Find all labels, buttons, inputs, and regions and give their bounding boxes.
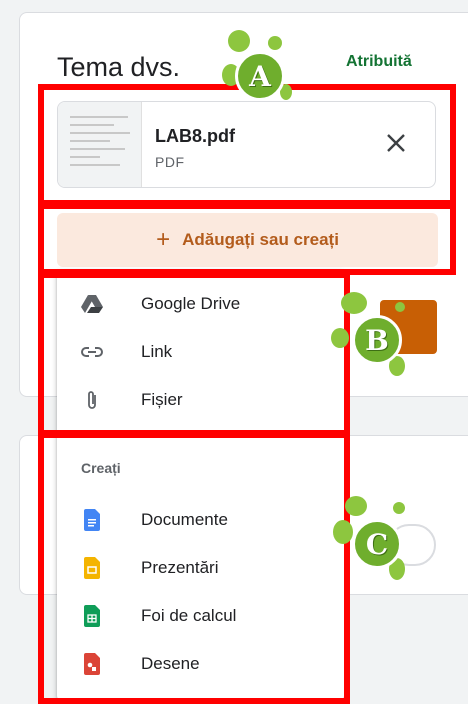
badge-letter: A — [235, 51, 285, 101]
highlight-box-b — [38, 272, 350, 436]
highlight-box-add-button — [38, 203, 456, 275]
status-badge: Atribuită — [346, 53, 412, 70]
annotation-badge-a: A — [222, 30, 292, 108]
badge-letter: C — [352, 519, 402, 569]
annotation-badge-c: C — [333, 496, 409, 580]
badge-letter: B — [352, 315, 402, 365]
annotation-badge-b: B — [331, 292, 409, 376]
highlight-box-c — [38, 432, 350, 704]
assignment-title: Tema dvs. — [57, 52, 181, 82]
